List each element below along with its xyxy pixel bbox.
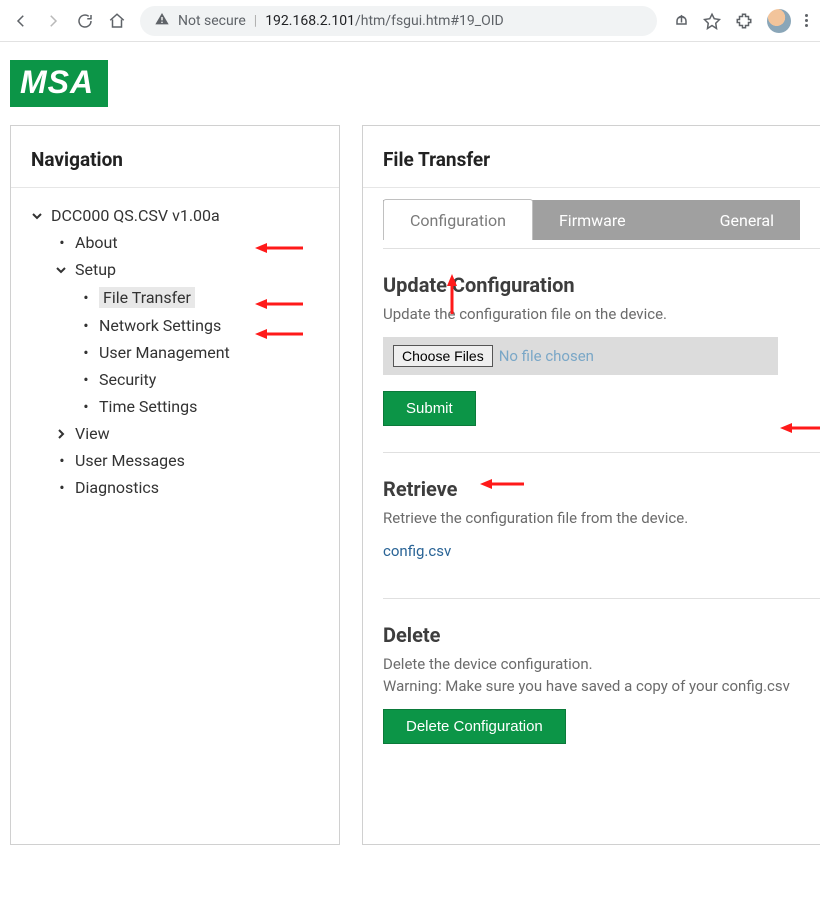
- chevron-down-icon: [55, 264, 69, 276]
- back-icon[interactable]: [12, 12, 30, 30]
- nav-network-settings[interactable]: Network Settings: [27, 312, 329, 339]
- navigation-panel: Navigation DCC000 QS.CSV v1.00a About Se…: [10, 125, 340, 845]
- nav-tree: DCC000 QS.CSV v1.00a About Setup File Tr…: [11, 188, 339, 511]
- brand-logo: MSA: [10, 60, 108, 107]
- nav-setup[interactable]: Setup: [27, 256, 329, 283]
- avatar[interactable]: [767, 9, 791, 33]
- addr-separator: |: [254, 13, 257, 29]
- logo-area: MSA: [0, 42, 820, 125]
- tab-bar: Configuration Firmware General: [383, 200, 800, 240]
- section-retrieve: Retrieve Retrieve the configuration file…: [363, 453, 820, 568]
- choose-files-button[interactable]: Choose Files: [393, 345, 493, 367]
- config-download-link[interactable]: config.csv: [383, 542, 451, 560]
- nav-about[interactable]: About: [27, 229, 329, 256]
- menu-icon[interactable]: [805, 14, 808, 27]
- home-icon[interactable]: [108, 12, 126, 30]
- delete-heading: Delete: [383, 623, 800, 647]
- chevron-right-icon: [55, 428, 69, 440]
- browser-toolbar: Not secure | 192.168.2.101/htm/fsgui.htm…: [0, 0, 820, 42]
- url-path: /htm/fsgui.htm#19_OID: [355, 13, 504, 29]
- main-panel: File Transfer Configuration Firmware Gen…: [362, 125, 820, 845]
- delete-desc1: Delete the device configuration.: [383, 655, 800, 673]
- not-secure-label: Not secure: [178, 13, 246, 29]
- share-icon[interactable]: [671, 12, 689, 30]
- extensions-icon[interactable]: [735, 12, 753, 30]
- update-desc: Update the configuration file on the dev…: [383, 305, 800, 323]
- chevron-down-icon: [31, 210, 45, 222]
- tab-firmware[interactable]: Firmware: [533, 200, 652, 240]
- delete-configuration-button[interactable]: Delete Configuration: [383, 709, 566, 744]
- navigation-title: Navigation: [11, 126, 339, 188]
- nav-security[interactable]: Security: [27, 366, 329, 393]
- nav-user-management[interactable]: User Management: [27, 339, 329, 366]
- nav-diagnostics[interactable]: Diagnostics: [27, 474, 329, 501]
- file-placeholder: No file chosen: [499, 347, 594, 365]
- forward-icon[interactable]: [44, 12, 62, 30]
- url-host: 192.168.2.101: [265, 13, 355, 29]
- address-bar[interactable]: Not secure | 192.168.2.101/htm/fsgui.htm…: [140, 6, 657, 36]
- file-input-row[interactable]: Choose Files No file chosen: [383, 337, 778, 375]
- nav-root[interactable]: DCC000 QS.CSV v1.00a: [27, 202, 329, 229]
- nav-user-messages[interactable]: User Messages: [27, 447, 329, 474]
- delete-desc2: Warning: Make sure you have saved a copy…: [383, 677, 800, 695]
- retrieve-heading: Retrieve: [383, 477, 800, 501]
- section-delete: Delete Delete the device configuration. …: [363, 599, 820, 752]
- not-secure-icon: [154, 11, 170, 31]
- tab-general[interactable]: General: [694, 200, 800, 240]
- nav-time-settings[interactable]: Time Settings: [27, 393, 329, 420]
- tab-configuration[interactable]: Configuration: [383, 199, 533, 240]
- page-title: File Transfer: [363, 126, 820, 188]
- reload-icon[interactable]: [76, 12, 94, 30]
- nav-view[interactable]: View: [27, 420, 329, 447]
- update-heading: Update Configuration: [383, 273, 800, 297]
- nav-file-transfer[interactable]: File Transfer: [27, 283, 329, 312]
- submit-button[interactable]: Submit: [383, 391, 476, 426]
- star-icon[interactable]: [703, 12, 721, 30]
- retrieve-desc: Retrieve the configuration file from the…: [383, 509, 800, 527]
- section-update: Update Configuration Update the configur…: [363, 249, 820, 434]
